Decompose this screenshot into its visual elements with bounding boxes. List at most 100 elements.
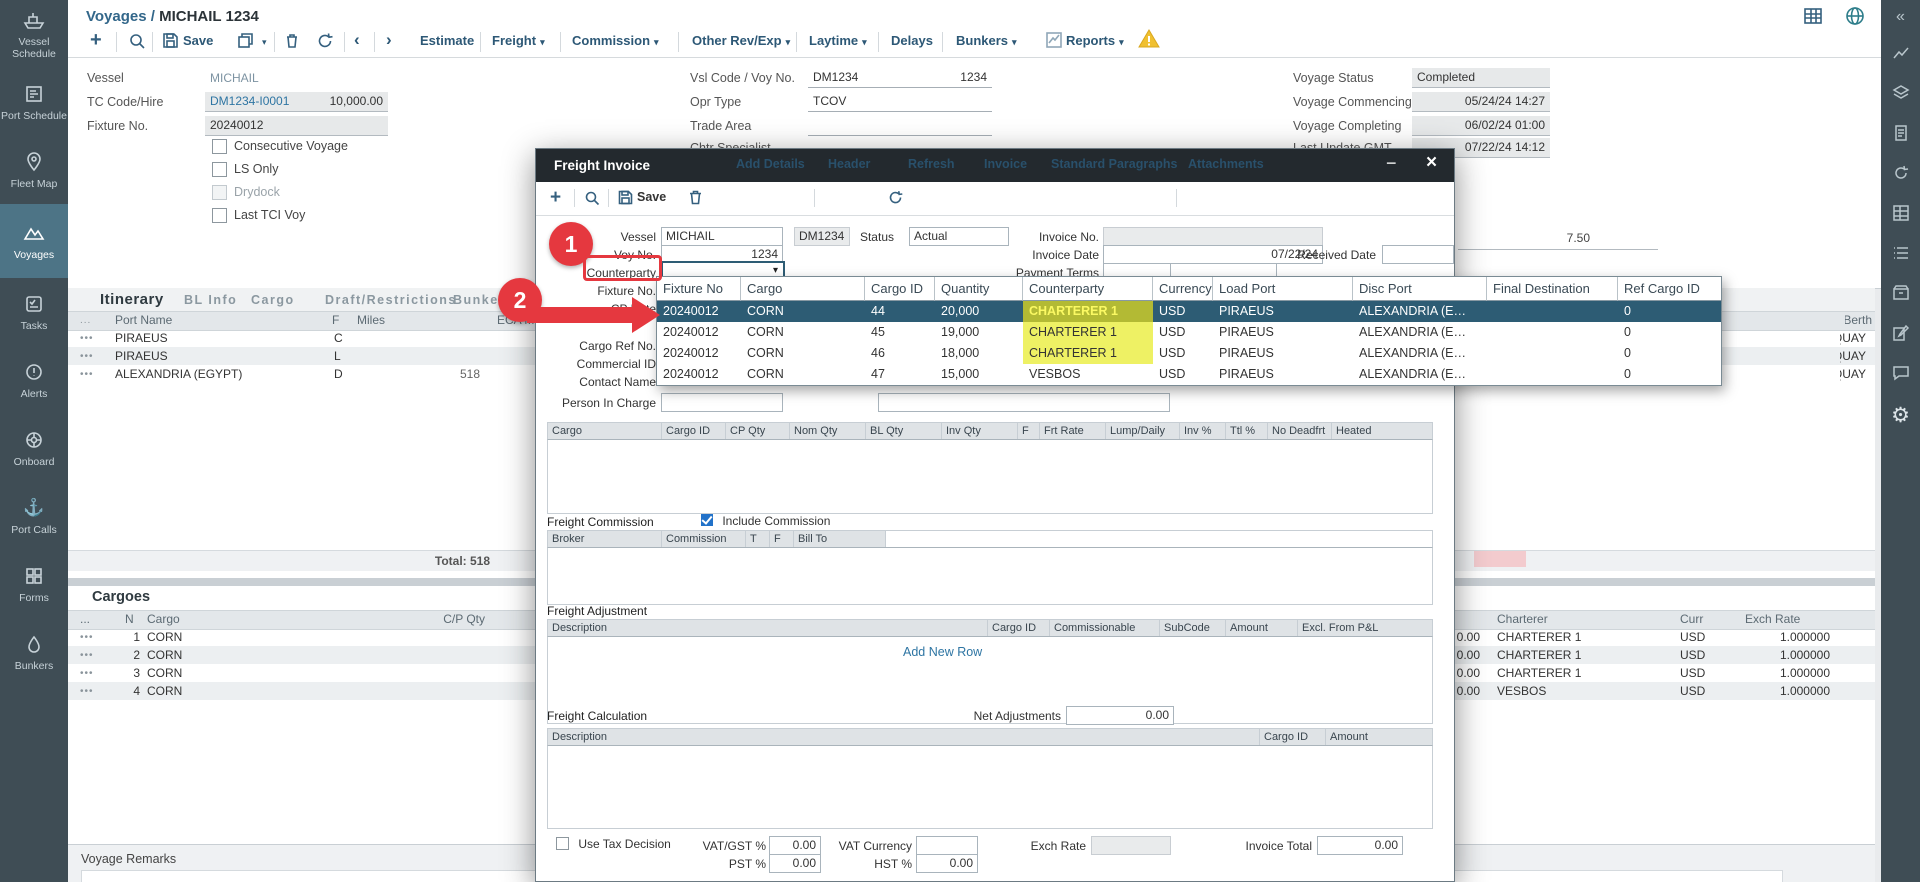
refresh-button[interactable]: Refresh	[908, 157, 955, 171]
sidebar-item-onboard[interactable]: Onboard	[0, 414, 68, 482]
row-menu-icon[interactable]: •••	[80, 668, 94, 679]
fixture-no-value[interactable]: 20240012	[205, 116, 388, 136]
col-f[interactable]: F	[770, 531, 794, 547]
col-exch-rate[interactable]: Exch Rate	[1745, 612, 1800, 626]
search-icon[interactable]	[128, 32, 146, 50]
commission-menu[interactable]: Commission▾	[572, 33, 659, 48]
use-tax-decision-checkbox[interactable]: Use Tax Decision	[556, 837, 671, 853]
next-icon[interactable]: ›	[386, 30, 392, 50]
col-bl-qty[interactable]: BL Qty	[866, 423, 942, 439]
col-inv-pct[interactable]: Inv %	[1180, 423, 1226, 439]
sidebar-item-vessel-schedule[interactable]: Vessel Schedule	[0, 0, 68, 68]
row-menu-icon[interactable]: •••	[80, 369, 94, 380]
tab-itinerary[interactable]: Itinerary	[100, 291, 164, 308]
sidebar-item-fleet-map[interactable]: Fleet Map	[0, 136, 68, 204]
delete-icon[interactable]	[688, 189, 703, 208]
col-amount[interactable]: Amount	[1226, 620, 1298, 636]
delete-icon[interactable]	[284, 32, 300, 49]
consecutive-voyage-checkbox[interactable]: Consecutive Voyage	[212, 139, 348, 157]
cargo-grid-body[interactable]	[547, 440, 1433, 514]
col-t[interactable]: T	[746, 531, 770, 547]
col-f[interactable]: F	[332, 313, 339, 327]
breadcrumb-section[interactable]: Voyages /	[86, 8, 155, 25]
freight-menu[interactable]: Freight▾	[492, 33, 545, 48]
rail-chat-icon[interactable]	[1881, 360, 1920, 386]
copy-caret-icon[interactable]: ▾	[262, 37, 267, 48]
dropdown-row[interactable]: 20240012 CORN 45 19,000 CHARTERER 1 USD …	[657, 322, 1721, 343]
person-in-charge-input[interactable]	[661, 393, 783, 412]
col-f[interactable]: F	[1018, 423, 1040, 439]
reports-menu[interactable]: Reports▾	[1066, 33, 1124, 48]
col-cargo-id[interactable]: Cargo ID	[988, 620, 1050, 636]
tc-code-value[interactable]: DM1234-I0001	[205, 92, 300, 112]
col-berth[interactable]: Berth	[1845, 313, 1872, 327]
invoice-button[interactable]: Invoice	[984, 157, 1027, 171]
col-cp-qty[interactable]: CP Qty	[726, 423, 790, 439]
row-menu-icon[interactable]: •••	[80, 351, 94, 362]
col-miles[interactable]: Miles	[357, 313, 385, 327]
col-cargo-id[interactable]: Cargo ID	[662, 423, 726, 439]
row-menu-icon[interactable]: •••	[80, 333, 94, 344]
settings-gear-icon[interactable]: ⚙	[1881, 402, 1920, 428]
voy-no-value[interactable]: 1234	[896, 68, 992, 88]
rail-archive-icon[interactable]	[1881, 280, 1920, 306]
col-charterer[interactable]: Charterer	[1497, 612, 1548, 626]
add-icon[interactable]: +	[550, 187, 561, 209]
refresh-icon[interactable]	[888, 190, 903, 208]
col-cargo[interactable]: Cargo	[548, 423, 662, 439]
delays-button[interactable]: Delays	[891, 33, 933, 48]
rail-list-icon[interactable]	[1881, 240, 1920, 266]
sidebar-item-port-schedule[interactable]: Port Schedule	[0, 68, 68, 136]
sidebar-item-alerts[interactable]: Alerts	[0, 346, 68, 414]
received-date-input[interactable]	[1382, 245, 1454, 264]
tab-bl-info[interactable]: BL Info	[184, 293, 237, 307]
col-ttl-pct[interactable]: Ttl %	[1226, 423, 1268, 439]
col-no-deadfrt[interactable]: No Deadfrt	[1268, 423, 1332, 439]
copy-icon[interactable]	[237, 32, 254, 49]
dropdown-row[interactable]: 20240012 CORN 46 18,000 CHARTERER 1 USD …	[657, 343, 1721, 364]
col-nom-qty[interactable]: Nom Qty	[790, 423, 866, 439]
col-lump-daily[interactable]: Lump/Daily	[1106, 423, 1180, 439]
globe-icon[interactable]	[1845, 6, 1865, 26]
row-menu-icon[interactable]: •••	[80, 650, 94, 661]
col-commission[interactable]: Commission	[662, 531, 746, 547]
rail-grid-icon[interactable]	[1881, 200, 1920, 226]
invoice-total-input[interactable]: 0.00	[1317, 836, 1403, 855]
vat-gst-input[interactable]: 0.00	[769, 836, 821, 855]
sidebar-item-forms[interactable]: Forms	[0, 550, 68, 618]
save-icon[interactable]	[618, 190, 633, 208]
col-bill-to[interactable]: Bill To	[794, 531, 886, 547]
col-commissionable[interactable]: Commissionable	[1050, 620, 1160, 636]
save-icon[interactable]	[162, 32, 179, 49]
warning-icon[interactable]	[1138, 28, 1160, 51]
add-details-button[interactable]: Add Details	[736, 157, 805, 171]
col-broker[interactable]: Broker	[548, 531, 662, 547]
col-inv-qty[interactable]: Inv Qty	[942, 423, 1018, 439]
rail-refresh-icon[interactable]	[1881, 160, 1920, 186]
estimate-button[interactable]: Estimate	[420, 33, 474, 48]
prev-icon[interactable]: ‹	[354, 30, 360, 50]
attachments-button[interactable]: Attachments	[1188, 157, 1264, 171]
col-cargo[interactable]: Cargo	[147, 612, 180, 626]
hst-input[interactable]: 0.00	[916, 854, 978, 873]
col-curr[interactable]: Curr	[1680, 612, 1703, 626]
col-excl-from-pl[interactable]: Excl. From P&L	[1298, 620, 1432, 636]
broker-grid-body[interactable]	[547, 548, 1433, 605]
sidebar-item-bunkers[interactable]: Bunkers	[0, 618, 68, 686]
laytime-menu[interactable]: Laytime▾	[809, 33, 867, 48]
header-button[interactable]: Header	[828, 157, 870, 171]
search-icon[interactable]	[584, 190, 600, 209]
sidebar-item-port-calls[interactable]: ⚓ Port Calls	[0, 482, 68, 550]
grid-view-icon[interactable]	[1803, 6, 1823, 26]
close-icon[interactable]: ×	[1426, 152, 1437, 174]
other-rev-exp-menu[interactable]: Other Rev/Exp▾	[692, 33, 790, 48]
vessel-value[interactable]: MICHAIL	[210, 71, 259, 85]
col-cargo-id[interactable]: Cargo ID	[1260, 729, 1326, 745]
tab-draft-restrictions[interactable]: Draft/Restrictions	[325, 293, 457, 307]
trade-area-value[interactable]	[808, 116, 992, 136]
pst-input[interactable]: 0.00	[769, 854, 821, 873]
ls-only-checkbox[interactable]: LS Only	[212, 162, 278, 180]
person-in-charge-name-input[interactable]	[878, 393, 1170, 412]
bunkers-menu[interactable]: Bunkers▾	[956, 33, 1017, 48]
rail-chart-icon[interactable]	[1881, 40, 1920, 66]
